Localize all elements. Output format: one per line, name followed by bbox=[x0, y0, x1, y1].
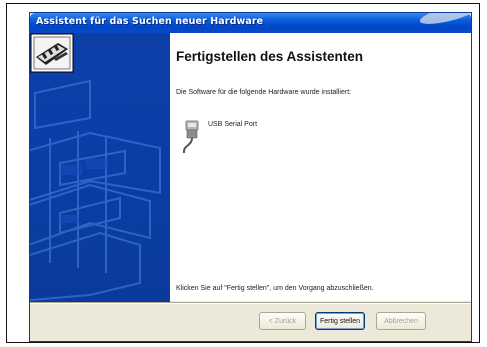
wizard-window: Assistent für das Suchen neuer Hardware bbox=[29, 12, 472, 342]
cancel-button[interactable]: Abbrechen bbox=[376, 312, 426, 330]
hardware-watermark bbox=[30, 79, 161, 302]
intro-text: Die Software für die folgende Hardware w… bbox=[176, 89, 352, 96]
title-bar[interactable]: Assistent für das Suchen neuer Hardware bbox=[30, 13, 471, 33]
page-title: Fertigstellen des Assistenten bbox=[176, 49, 364, 64]
finish-button[interactable]: Fertig stellen bbox=[315, 312, 365, 330]
hardware-wizard-icon bbox=[30, 33, 74, 73]
finish-instruction: Klicken Sie auf "Fertig stellen", um den… bbox=[176, 285, 374, 292]
window-title: Assistent für das Suchen neuer Hardware bbox=[36, 16, 264, 27]
installed-device: USB Serial Port bbox=[178, 117, 378, 161]
button-separator bbox=[30, 302, 471, 304]
back-button[interactable]: < Zurück bbox=[259, 312, 306, 330]
wizard-content: Fertigstellen des Assistenten Die Softwa… bbox=[170, 33, 471, 301]
device-name: USB Serial Port bbox=[208, 121, 258, 128]
usb-plug-icon bbox=[182, 120, 199, 154]
wizard-sidebar-graphic bbox=[30, 33, 170, 303]
